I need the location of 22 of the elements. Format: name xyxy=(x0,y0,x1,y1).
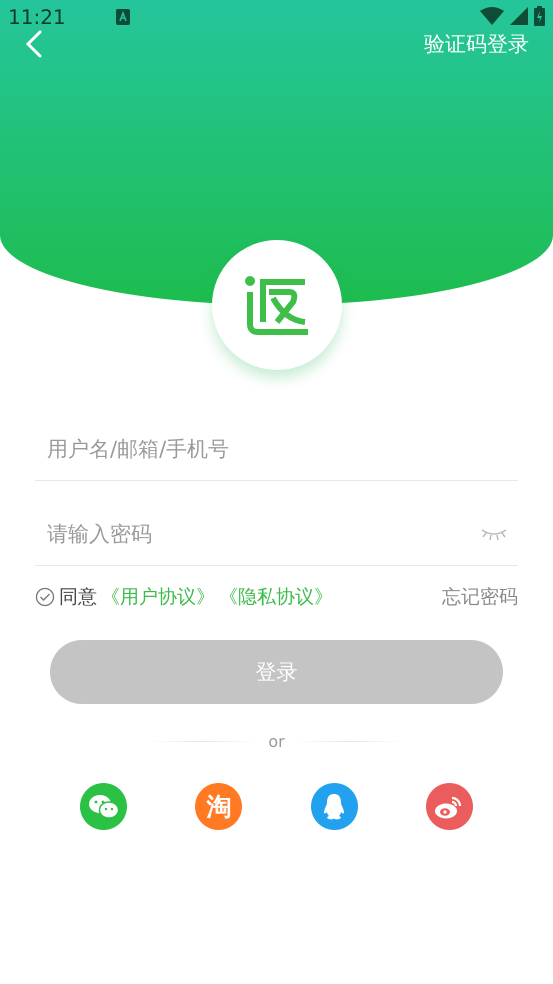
notification-icon xyxy=(116,9,130,25)
back-icon[interactable] xyxy=(26,30,42,58)
qq-button[interactable] xyxy=(310,783,358,830)
agreement-link[interactable]: 《用户协议》 xyxy=(101,584,215,610)
chat-bubbles-icon xyxy=(88,792,120,820)
agreement-link[interactable]: 《隐私协议》 xyxy=(219,584,333,610)
status-time: 11:21 xyxy=(8,5,66,29)
agree-checkbox[interactable] xyxy=(35,587,55,607)
battery-icon xyxy=(534,6,545,26)
signal-icon xyxy=(510,7,528,25)
closed-eye-icon[interactable] xyxy=(480,527,508,541)
username-field[interactable]: 用户名/邮箱/手机号 xyxy=(45,436,508,462)
agree-label: 同意 xyxy=(59,585,97,610)
divider-label: or xyxy=(268,732,285,751)
taobao-button[interactable]: 淘 xyxy=(195,783,242,830)
wechat-button[interactable] xyxy=(80,783,127,830)
sms-login-link[interactable]: 验证码登录 xyxy=(424,30,529,58)
penguin-icon xyxy=(322,792,346,820)
forgot-password-link[interactable]: 忘记密码 xyxy=(442,584,518,610)
wifi-icon xyxy=(480,7,504,25)
weibo-button[interactable] xyxy=(426,783,473,830)
password-field[interactable]: 请输入密码 xyxy=(45,521,480,547)
